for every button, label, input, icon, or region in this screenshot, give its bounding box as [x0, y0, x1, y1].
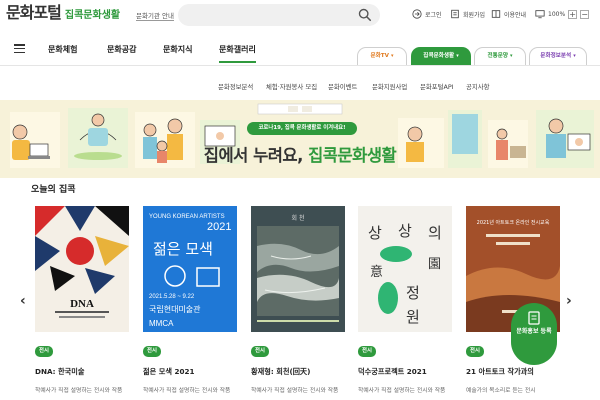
- guide-label: 이용안내: [504, 11, 527, 19]
- search-icon[interactable]: [358, 8, 372, 22]
- nav-item-empathy[interactable]: 문화공감: [107, 44, 136, 55]
- sub-item-analysis[interactable]: 문화정보분석: [218, 82, 253, 91]
- card-desc: 학예사가 직접 설명하는 전시와 작품: [251, 388, 339, 394]
- login-label: 로그인: [425, 11, 442, 19]
- pill-traditional-pattern[interactable]: 전통문양 ▾: [474, 47, 526, 65]
- poster-title: 젊은 모색: [153, 240, 213, 258]
- card-title[interactable]: 황재형: 회천(回天): [251, 367, 310, 377]
- zoom-level: 100%: [548, 10, 566, 18]
- guide-icon: [491, 10, 501, 18]
- nav-item-experience[interactable]: 문화체험: [48, 44, 77, 55]
- zoom-in-button[interactable]: +: [568, 9, 578, 19]
- pill-traditional-pattern-label: 전통문양: [487, 53, 509, 59]
- zoom-out-button[interactable]: −: [580, 9, 590, 19]
- banner-title-prefix: 집에서 누려요,: [203, 146, 309, 165]
- poster-text: 2021년 아트토크 온라인 전시교육: [477, 219, 550, 226]
- sub-item-support[interactable]: 문화지원사업: [372, 82, 407, 91]
- pill-culture-tv[interactable]: 문화TV ▾: [357, 47, 407, 65]
- monitor-icon: [535, 10, 545, 19]
- search-input[interactable]: [186, 7, 356, 23]
- sub-item-notice[interactable]: 공지사항: [466, 82, 490, 91]
- guide-link[interactable]: 이용안내: [491, 9, 526, 19]
- banner-illustration: [10, 103, 594, 170]
- all-sites-link[interactable]: 문화기관 안내: [136, 10, 174, 21]
- sub-item-event[interactable]: 문화이벤트: [328, 82, 357, 91]
- card-tag: 전시: [143, 346, 161, 357]
- sub-item-api[interactable]: 문화포털API: [420, 82, 454, 91]
- login-icon: [412, 9, 422, 19]
- poster-char: 의: [428, 224, 442, 242]
- card-desc: 학예사가 직접 설명하는 전시와 작품: [143, 388, 231, 394]
- join-link[interactable]: 회원가입: [450, 9, 485, 19]
- card-deoksugung[interactable]: 상 상 의 園 意 정 원: [358, 206, 452, 332]
- pill-culture-analysis[interactable]: 문화정보분석 ▾: [529, 47, 587, 65]
- poster-char: 정: [406, 284, 420, 302]
- poster-title: DNA: [70, 298, 94, 310]
- card-title[interactable]: 덕수궁프로젝트 2021: [358, 367, 427, 377]
- poster-year: 2021: [207, 221, 231, 233]
- card-tag: 전시: [358, 346, 376, 357]
- card-thumbnail: 회 천: [251, 206, 345, 332]
- banner-title: 집에서 누려요, 집콕문화생활: [0, 142, 600, 166]
- next-arrow-icon[interactable]: ›: [566, 293, 572, 309]
- poster-char: 園: [428, 257, 441, 272]
- logo-sub-text: 집콕문화생활: [64, 10, 121, 21]
- join-icon: [451, 9, 459, 19]
- search-box: [178, 4, 380, 26]
- card-thumbnail: 상 상 의 園 意 정 원: [358, 206, 452, 332]
- nav-item-knowledge[interactable]: 문화지식: [163, 44, 192, 55]
- pill-home-culture-label: 집콕문화생활: [423, 53, 455, 59]
- card-thumbnail: DNA: [35, 206, 129, 332]
- card-tag: 전시: [35, 346, 53, 357]
- banner-badge: 코로나19, 집콕 문화생활로 이겨내요!: [247, 122, 357, 135]
- chevron-down-icon: ▾: [510, 53, 513, 59]
- poster-char: 意: [370, 264, 383, 280]
- sub-item-volunteer[interactable]: 체험·자원봉사 모집: [266, 82, 317, 91]
- card-title[interactable]: DNA: 한국미술: [35, 367, 85, 377]
- svg-text:MMCA: MMCA: [149, 319, 174, 328]
- card-title[interactable]: 21 아트토크 작가과의: [466, 367, 534, 377]
- card-desc: 학예사가 직접 설명하는 전시와 작품: [358, 388, 446, 394]
- card-dna[interactable]: DNA: [35, 206, 129, 332]
- pill-culture-analysis-label: 문화정보분석: [540, 53, 572, 59]
- menu-icon[interactable]: [14, 44, 25, 54]
- main-nav: 문화체험 문화공감 문화지식 문화갤러리 문화TV ▾ 집콕문화생활 ▾ 전통문양 ▾…: [0, 36, 600, 66]
- card-hoecheon[interactable]: 회 천: [251, 206, 345, 332]
- join-label: 회원가입: [463, 11, 486, 19]
- pill-culture-tv-label: 문화TV: [370, 53, 389, 59]
- card-tag: 전시: [466, 346, 484, 357]
- site-logo[interactable]: 문화포털 집콕문화생활: [6, 4, 120, 22]
- logo-main-text: 문화포털: [6, 3, 62, 22]
- login-link[interactable]: 로그인: [412, 9, 442, 19]
- banner-title-highlight: 집콕문화생활: [308, 146, 397, 165]
- poster-top-text: 회 천: [292, 214, 305, 222]
- card-desc: 학예사가 직접 설명하는 전시와 작품: [35, 388, 123, 394]
- zoom-control: 100% + −: [535, 9, 590, 19]
- hero-banner: [0, 100, 600, 178]
- poster-top-text: YOUNG KOREAN ARTISTS: [149, 214, 225, 220]
- chevron-down-icon: ▾: [456, 53, 459, 59]
- card-thumbnail: YOUNG KOREAN ARTISTS 2021 젊은 모색 2021.5.2…: [143, 206, 237, 332]
- poster-char: 상: [368, 224, 382, 242]
- card-tag: 전시: [251, 346, 269, 357]
- nav-item-gallery[interactable]: 문화갤러리: [219, 44, 256, 63]
- card-young-artists[interactable]: YOUNG KOREAN ARTISTS 2021 젊은 모색 2021.5.2…: [143, 206, 237, 332]
- card-title[interactable]: 젊은 모색 2021: [143, 367, 194, 377]
- poster-date: 2021.5.28 ~ 9.22: [149, 294, 195, 300]
- banner-scallop-edge: [0, 168, 600, 178]
- poster-char: 상: [398, 222, 412, 240]
- pill-home-culture[interactable]: 집콕문화생활 ▾: [411, 47, 471, 65]
- document-icon: [528, 311, 540, 325]
- poster-museum: 국립현대미술관: [149, 304, 201, 314]
- top-bar: 문화포털 집콕문화생활 문화기관 안내 로그인 회원가입 이용안내 100% +…: [0, 0, 600, 32]
- culture-promo-register-label: 문화홍보 등록: [516, 328, 552, 335]
- card-desc: 예술가의 목소리로 듣는 전시: [466, 388, 536, 394]
- poster-char: 원: [406, 308, 420, 326]
- section-title: 오늘의 집콕: [31, 185, 76, 195]
- prev-arrow-icon[interactable]: ‹: [20, 293, 26, 309]
- culture-promo-register-button[interactable]: 문화홍보 등록: [511, 303, 557, 365]
- chevron-down-icon: ▾: [390, 53, 394, 59]
- chevron-down-icon: ▾: [573, 53, 576, 59]
